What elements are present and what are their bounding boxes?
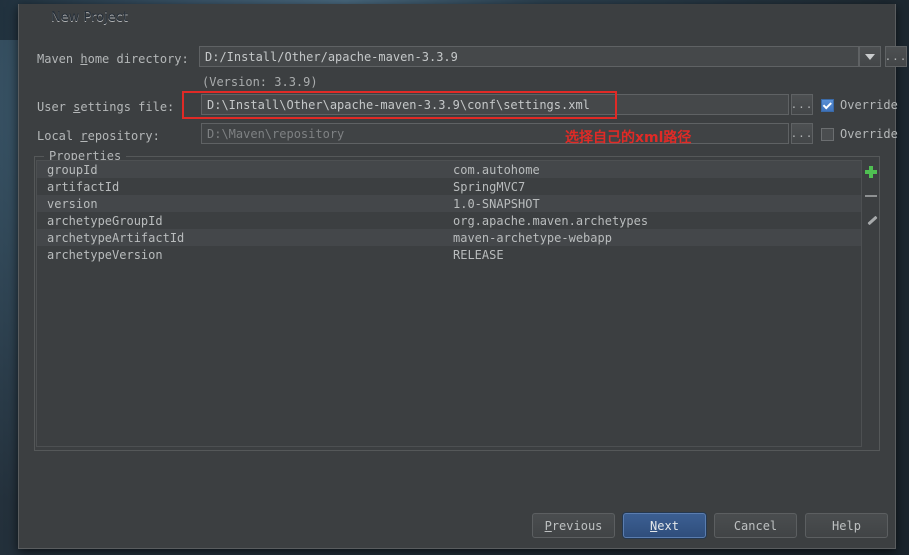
cancel-button[interactable]: Cancel xyxy=(714,513,797,538)
user-settings-label: User settings file: xyxy=(37,100,175,114)
remove-property-button[interactable] xyxy=(862,184,880,208)
next-button[interactable]: Next xyxy=(623,513,706,538)
local-repository-override-checkbox[interactable]: Override xyxy=(821,127,898,141)
property-key: version xyxy=(47,196,98,211)
local-repository-label: Local repository: xyxy=(37,129,160,143)
checkbox-unchecked-icon xyxy=(821,127,834,141)
dialog-content: Maven home directory: D:/Install/Other/a… xyxy=(19,30,907,548)
table-row[interactable]: artifactId SpringMVC7 xyxy=(37,178,861,195)
local-repository-browse-button[interactable]: ... xyxy=(791,123,813,144)
maven-home-input[interactable]: D:/Install/Other/apache-maven-3.3.9 xyxy=(199,46,859,67)
user-settings-override-label: Override xyxy=(840,98,898,112)
maven-version-note: (Version: 3.3.9) xyxy=(202,75,318,89)
maven-home-label: Maven home directory: xyxy=(37,52,189,66)
property-value: SpringMVC7 xyxy=(453,179,526,194)
local-repository-input[interactable]: D:\Maven\repository xyxy=(201,123,789,144)
property-key: archetypeVersion xyxy=(47,247,163,262)
maven-home-dropdown-button[interactable] xyxy=(859,46,881,67)
table-row[interactable]: archetypeVersion RELEASE xyxy=(37,246,861,263)
property-key: archetypeGroupId xyxy=(47,213,163,228)
table-row[interactable]: groupId com.autohome xyxy=(37,161,861,178)
add-property-button[interactable] xyxy=(862,160,880,184)
property-value: 1.0-SNAPSHOT xyxy=(453,196,540,211)
table-row[interactable]: version 1.0-SNAPSHOT xyxy=(37,195,861,212)
property-value: RELEASE xyxy=(453,247,504,262)
chevron-down-icon xyxy=(865,53,875,60)
maven-home-browse-button[interactable]: ... xyxy=(885,46,907,67)
add-icon xyxy=(865,166,877,178)
edit-property-button[interactable] xyxy=(862,208,880,232)
remove-icon xyxy=(865,195,877,197)
help-button[interactable]: Help xyxy=(805,513,888,538)
user-settings-browse-button[interactable]: ... xyxy=(791,94,813,115)
new-project-dialog: Maven home directory: D:/Install/Other/a… xyxy=(18,4,907,549)
property-key: archetypeArtifactId xyxy=(47,230,185,245)
property-value: maven-archetype-webapp xyxy=(453,230,612,245)
local-repository-override-label: Override xyxy=(840,127,898,141)
annotation-text: 选择自己的xml路径 xyxy=(565,130,692,146)
table-row[interactable]: archetypeGroupId org.apache.maven.archet… xyxy=(37,212,861,229)
pencil-icon xyxy=(866,215,877,226)
previous-button[interactable]: Previous xyxy=(532,513,615,538)
property-value: com.autohome xyxy=(453,162,540,177)
properties-table[interactable]: groupId com.autohome artifactId SpringMV… xyxy=(36,160,862,447)
user-settings-override-checkbox[interactable]: Override xyxy=(821,98,898,112)
property-value: org.apache.maven.archetypes xyxy=(453,213,649,228)
property-key: groupId xyxy=(47,162,98,177)
window-title: New Project xyxy=(51,9,128,25)
properties-toolbar xyxy=(862,160,880,447)
checkbox-checked-icon xyxy=(821,98,834,112)
user-settings-input[interactable]: D:\Install\Other\apache-maven-3.3.9\conf… xyxy=(201,94,789,115)
property-key: artifactId xyxy=(47,179,120,194)
table-row[interactable]: archetypeArtifactId maven-archetype-weba… xyxy=(37,229,861,246)
